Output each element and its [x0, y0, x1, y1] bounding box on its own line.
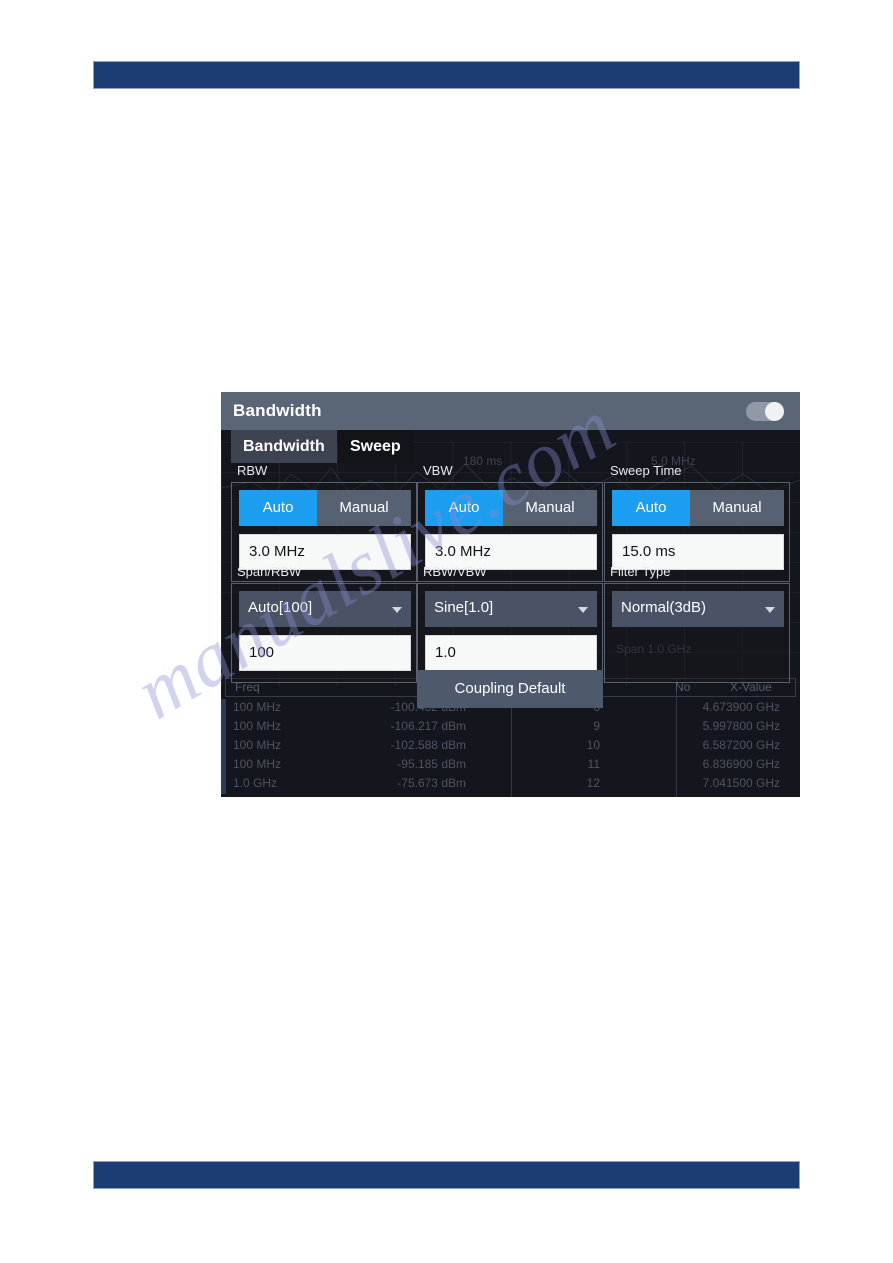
sweep-time-manual-button[interactable]: Manual [690, 490, 784, 526]
document-page: 180 ms 5.0 MHz Span 1.0 GHz FreqDeltaNoX… [0, 0, 893, 1263]
rbw-value-text: 3.0 MHz [249, 543, 305, 560]
document-header-bar [93, 61, 800, 89]
group-label-rbw: RBW [237, 463, 268, 478]
bandwidth-dialog: 180 ms 5.0 MHz Span 1.0 GHz FreqDeltaNoX… [221, 392, 800, 797]
group-label-rbw-vbw: RBW/VBW [423, 564, 487, 579]
vbw-auto-button[interactable]: Auto [425, 490, 503, 526]
chevron-down-icon [765, 607, 775, 613]
group-label-sweep-time: Sweep Time [610, 463, 682, 478]
document-footer-bar [93, 1161, 800, 1189]
group-label-vbw: VBW [423, 463, 453, 478]
toggle-knob [765, 402, 784, 421]
tab-bandwidth[interactable]: Bandwidth [231, 430, 337, 463]
vbw-auto-manual-toggle: Auto Manual [425, 490, 597, 526]
dialog-toggle-switch[interactable] [746, 402, 784, 421]
tab-sweep[interactable]: Sweep [338, 430, 413, 463]
sweep-time-auto-manual-toggle: Auto Manual [612, 490, 784, 526]
chevron-down-icon [578, 607, 588, 613]
rbw-vbw-dropdown[interactable]: Sine[1.0] [425, 591, 597, 627]
dialog-title-bar: Bandwidth [221, 392, 800, 430]
rbw-vbw-value-text: 1.0 [435, 644, 456, 661]
dialog-title: Bandwidth [233, 401, 322, 420]
group-label-filter-type: Filter Type [610, 564, 671, 579]
coupling-default-button[interactable]: Coupling Default [417, 670, 603, 708]
group-box-filter-type: Normal(3dB) [604, 583, 790, 683]
sweep-time-auto-button[interactable]: Auto [612, 490, 690, 526]
filter-type-dropdown-value: Normal(3dB) [621, 599, 707, 616]
dialog-content: Bandwidth Sweep RBW Auto Manual 3.0 MHz [221, 430, 800, 797]
rbw-auto-button[interactable]: Auto [239, 490, 317, 526]
rbw-vbw-dropdown-value: Sine[1.0] [434, 599, 494, 616]
rbw-vbw-value-input[interactable]: 1.0 [425, 635, 597, 671]
span-rbw-dropdown-value: Auto[100] [248, 599, 313, 616]
vbw-value-text: 3.0 MHz [435, 543, 491, 560]
span-rbw-dropdown[interactable]: Auto[100] [239, 591, 411, 627]
group-label-span-rbw: Span/RBW [237, 564, 302, 579]
filter-type-dropdown[interactable]: Normal(3dB) [612, 591, 784, 627]
group-box-span-rbw: Auto[100] 100 [231, 583, 417, 683]
rbw-manual-button[interactable]: Manual [317, 490, 411, 526]
group-box-rbw-vbw: Sine[1.0] 1.0 [417, 583, 603, 683]
span-rbw-value-text: 100 [249, 644, 275, 661]
sweep-time-value-text: 15.0 ms [622, 543, 676, 560]
rbw-auto-manual-toggle: Auto Manual [239, 490, 411, 526]
span-rbw-value-input[interactable]: 100 [239, 635, 411, 671]
vbw-manual-button[interactable]: Manual [503, 490, 597, 526]
chevron-down-icon [392, 607, 402, 613]
